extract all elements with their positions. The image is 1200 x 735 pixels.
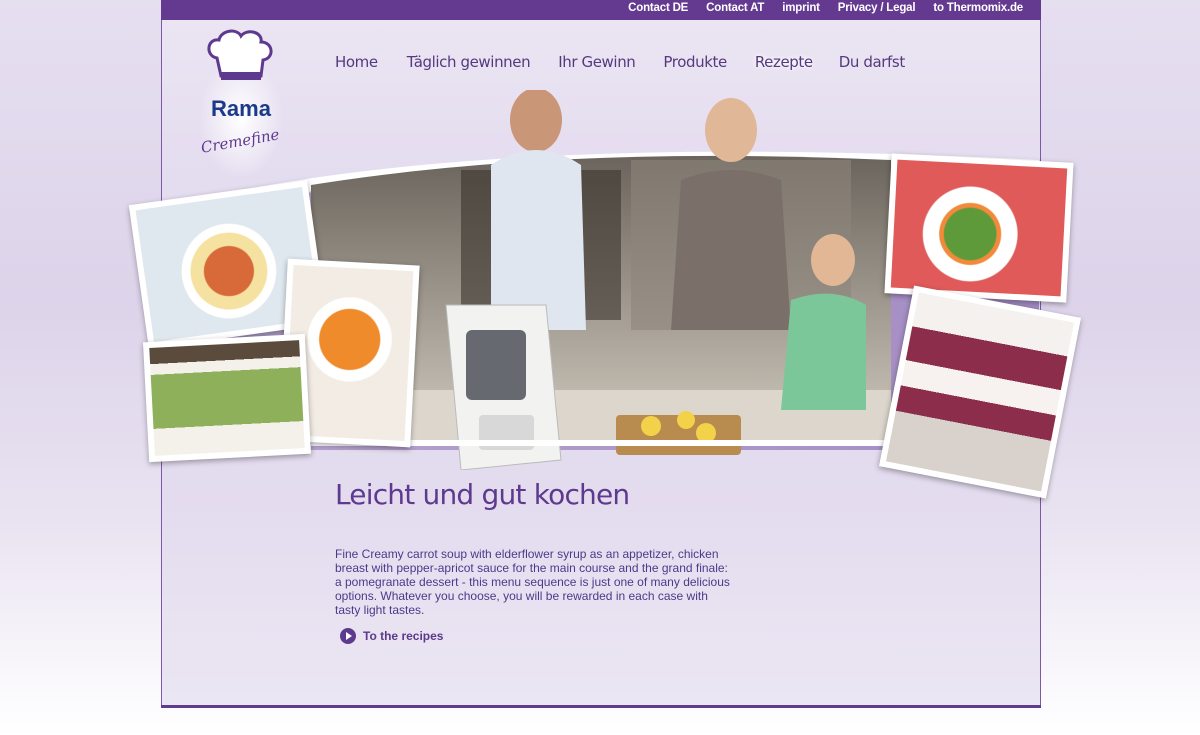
photo-salad — [884, 153, 1074, 303]
nav-ihr-gewinn[interactable]: Ihr Gewinn — [558, 53, 636, 71]
to-recipes-link[interactable]: To the recipes — [340, 628, 443, 644]
page-heading: Leicht und gut kochen — [335, 478, 630, 511]
nav-produkte[interactable]: Produkte — [663, 53, 727, 71]
privacy-legal-link[interactable]: Privacy / Legal — [838, 2, 916, 14]
thermomix-link[interactable]: to Thermomix.de — [933, 2, 1023, 14]
nav-taeglich-gewinnen[interactable]: Täglich gewinnen — [407, 53, 531, 71]
nav-home[interactable]: Home — [335, 53, 378, 71]
to-recipes-label: To the recipes — [363, 629, 444, 643]
description-text: Fine Creamy carrot soup with elderflower… — [335, 547, 730, 617]
contact-de-link[interactable]: Contact DE — [628, 2, 688, 14]
contact-at-link[interactable]: Contact AT — [706, 2, 764, 14]
main-nav: Home Täglich gewinnen Ihr Gewinn Produkt… — [335, 53, 905, 71]
imprint-link[interactable]: imprint — [782, 2, 820, 14]
nav-du-darfst[interactable]: Du darfst — [839, 53, 905, 71]
photo-casserole — [142, 333, 312, 463]
top-bar: Contact DE Contact AT imprint Privacy / … — [161, 0, 1041, 20]
nav-rezepte[interactable]: Rezepte — [755, 53, 813, 71]
photo-dessert — [879, 285, 1081, 499]
play-arrow-icon — [340, 628, 356, 644]
